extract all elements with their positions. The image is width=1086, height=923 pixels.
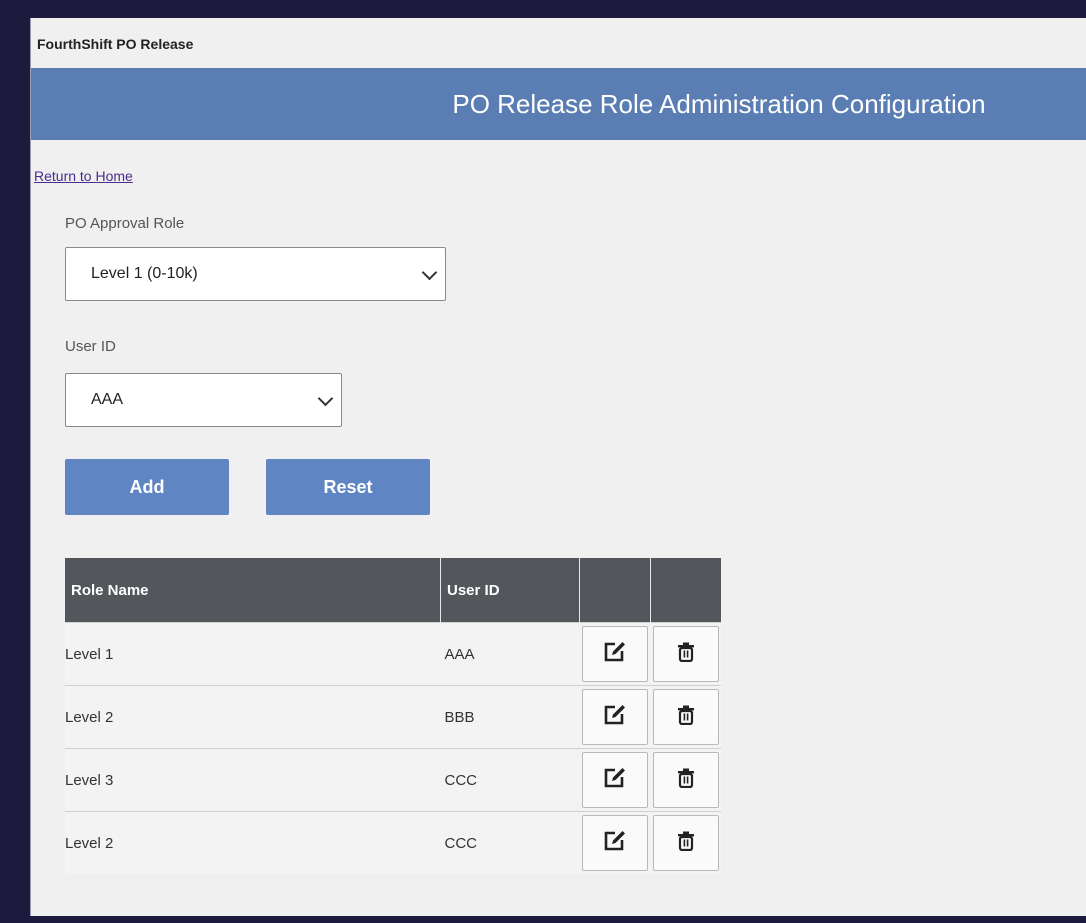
po-approval-role-select[interactable]: Level 1 (0-10k) [65,247,446,301]
table-row: Level 1 AAA [65,622,721,686]
user-id-value: AAA [91,391,124,408]
trash-icon [677,768,695,792]
role-name-cell: Level 2 [65,811,441,874]
edit-button[interactable] [582,689,648,745]
delete-cell [650,748,721,812]
trash-icon [677,831,695,855]
return-home-link[interactable]: Return to Home [34,168,133,184]
user-id-cell: CCC [440,811,580,874]
po-approval-role-label: PO Approval Role [65,215,185,232]
user-id-label: User ID [65,338,116,355]
delete-button[interactable] [652,815,719,871]
edit-button[interactable] [582,815,648,871]
edit-button[interactable] [582,626,648,682]
delete-button[interactable] [652,626,719,682]
po-approval-role-value: Level 1 (0-10k) [91,265,198,282]
column-header-edit [579,558,651,623]
column-header-user-id: User ID [440,558,580,623]
edit-icon [603,767,627,793]
user-id-cell: CCC [440,748,580,812]
edit-icon [603,641,627,667]
edit-icon [603,830,627,856]
user-id-cell: AAA [440,622,580,686]
role-table: Role Name User ID Level 1 AAA Level 2 BB… [65,558,721,874]
add-button[interactable]: Add [65,459,229,515]
page-title: PO Release Role Administration Configura… [452,88,986,119]
delete-cell [650,685,721,749]
reset-button[interactable]: Reset [266,459,430,515]
role-name-cell: Level 1 [65,622,441,686]
window-title: FourthShift PO Release [37,36,194,52]
delete-cell [650,622,721,686]
edit-cell [579,685,651,749]
role-name-cell: Level 2 [65,685,441,749]
app-window: FourthShift PO Release PO Release Role A… [30,18,1086,916]
edit-cell [579,622,651,686]
table-row: Level 2 BBB [65,685,721,749]
edit-icon [603,704,627,730]
table-body: Level 1 AAA Level 2 BBB Level 3 CCC Leve… [65,622,721,874]
column-header-delete [650,558,721,623]
chevron-down-icon [317,390,334,407]
delete-button[interactable] [652,689,719,745]
user-id-select[interactable]: AAA [65,373,342,427]
edit-button[interactable] [582,752,648,808]
trash-icon [677,642,695,666]
delete-button[interactable] [652,752,719,808]
table-row: Level 2 CCC [65,811,721,874]
delete-cell [650,811,721,874]
table-row: Level 3 CCC [65,748,721,812]
table-header-row: Role Name User ID [65,558,721,623]
page-banner: PO Release Role Administration Configura… [31,68,1086,140]
edit-cell [579,748,651,812]
trash-icon [677,705,695,729]
column-header-role-name: Role Name [65,558,441,623]
user-id-cell: BBB [440,685,580,749]
chevron-down-icon [421,264,438,281]
role-name-cell: Level 3 [65,748,441,812]
edit-cell [579,811,651,874]
